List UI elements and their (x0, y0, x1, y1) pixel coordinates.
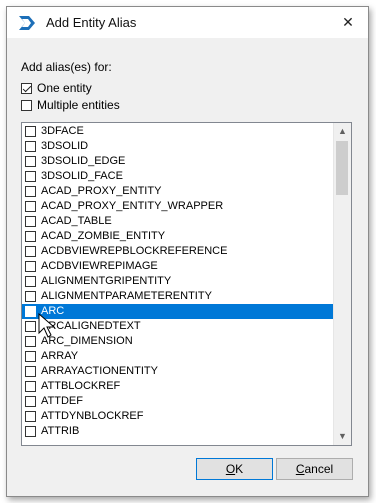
entity-label: ARC (41, 305, 65, 317)
entity-list-item[interactable]: ACAD_PROXY_ENTITY (22, 184, 334, 199)
entity-label: ALIGNMENTPARAMETERENTITY (41, 290, 212, 302)
cancel-label: ancel (304, 462, 334, 476)
scroll-down-icon[interactable]: ▼ (334, 428, 351, 445)
ok-button[interactable]: OK (196, 458, 273, 480)
entity-list-item[interactable]: 3DFACE (22, 124, 334, 139)
entity-checkbox[interactable] (25, 426, 36, 437)
entity-list-item[interactable]: ARC (22, 304, 334, 319)
entity-checkbox[interactable] (25, 381, 36, 392)
entity-label: ARCALIGNEDTEXT (41, 320, 141, 332)
entity-list-item[interactable]: 3DSOLID (22, 139, 334, 154)
entity-checkbox[interactable] (25, 231, 36, 242)
entity-checkbox[interactable] (25, 411, 36, 422)
entity-checkbox[interactable] (25, 396, 36, 407)
add-entity-alias-dialog: Add Entity Alias ✕ Add alias(es) for: On… (6, 6, 369, 497)
entity-label: ACAD_ZOMBIE_ENTITY (41, 230, 166, 242)
entity-list-item[interactable]: ACAD_TABLE (22, 214, 334, 229)
multiple-entities-label: Multiple entities (37, 98, 120, 112)
ok-mnemonic: O (225, 462, 236, 476)
entity-list-item[interactable]: 3DSOLID_FACE (22, 169, 334, 184)
entity-list-item[interactable]: ARCALIGNEDTEXT (22, 319, 334, 334)
entity-list-item[interactable]: ACAD_PROXY_ENTITY_WRAPPER (22, 199, 334, 214)
entity-list-item[interactable]: ALIGNMENTGRIPENTITY (22, 274, 334, 289)
scroll-thumb[interactable] (336, 141, 348, 195)
entity-label: ACAD_PROXY_ENTITY (41, 185, 162, 197)
entity-label: ATTRIB (41, 425, 80, 437)
entity-checkbox[interactable] (25, 141, 36, 152)
one-entity-checkbox[interactable] (21, 82, 32, 94)
ok-label: K (235, 462, 244, 476)
entity-checkbox[interactable] (25, 276, 36, 287)
add-alias-label: Add alias(es) for: (21, 60, 112, 74)
entity-list-item[interactable]: ARC_DIMENSION (22, 334, 334, 349)
close-icon: ✕ (342, 14, 354, 30)
entity-label: ARRAY (41, 350, 79, 362)
entity-checkbox[interactable] (25, 156, 36, 167)
entity-checkbox[interactable] (25, 321, 36, 332)
vertical-scrollbar[interactable]: ▲ ▼ (333, 123, 351, 445)
entity-checkbox[interactable] (25, 216, 36, 227)
entity-checkbox[interactable] (25, 351, 36, 362)
entity-checkbox[interactable] (25, 336, 36, 347)
entity-list-item[interactable]: ACAD_ZOMBIE_ENTITY (22, 229, 334, 244)
entity-list-item[interactable]: ATTDYNBLOCKREF (22, 409, 334, 424)
entity-list-item[interactable]: ATTRIB (22, 424, 334, 439)
entity-label: ARRAYACTIONENTITY (41, 365, 158, 377)
entity-checkbox[interactable] (25, 201, 36, 212)
dialog-title: Add Entity Alias (46, 15, 137, 30)
entity-checkbox[interactable] (25, 246, 36, 257)
entity-label: ARC_DIMENSION (41, 335, 133, 347)
entity-checkbox[interactable] (25, 126, 36, 137)
entity-list-item[interactable]: 3DSOLID_EDGE (22, 154, 334, 169)
entity-checkbox[interactable] (25, 306, 36, 317)
entity-label: 3DFACE (41, 125, 84, 137)
title-bar: Add Entity Alias ✕ (7, 7, 368, 38)
bricscad-logo-icon (19, 16, 35, 30)
close-button[interactable]: ✕ (338, 12, 358, 32)
entity-label: ACAD_TABLE (41, 215, 112, 227)
entity-checkbox[interactable] (25, 366, 36, 377)
entity-label: ACDBVIEWREPIMAGE (41, 260, 158, 272)
entity-label: 3DSOLID_FACE (41, 170, 123, 182)
entity-checkbox[interactable] (25, 261, 36, 272)
one-entity-option[interactable]: One entity (21, 80, 92, 96)
entity-list-items: 3DFACE 3DSOLID 3DSOLID_EDGE 3DSOLID_FACE ACA… (22, 124, 334, 445)
entity-label: ALIGNMENTGRIPENTITY (41, 275, 172, 287)
entity-checkbox[interactable] (25, 291, 36, 302)
entity-checkbox[interactable] (25, 171, 36, 182)
multiple-entities-checkbox[interactable] (21, 99, 32, 111)
one-entity-label: One entity (37, 81, 92, 95)
entity-list-item[interactable]: ALIGNMENTPARAMETERENTITY (22, 289, 334, 304)
entity-label: ATTDEF (41, 395, 83, 407)
entity-label: 3DSOLID_EDGE (41, 155, 126, 167)
entity-label: 3DSOLID (41, 140, 89, 152)
cancel-button[interactable]: Cancel (276, 458, 353, 480)
entity-list-item[interactable]: ARRAYACTIONENTITY (22, 364, 334, 379)
entity-label: ATTBLOCKREF (41, 380, 121, 392)
entity-list-item[interactable]: ACDBVIEWREPBLOCKREFERENCE (22, 244, 334, 259)
entity-list[interactable]: 3DFACE 3DSOLID 3DSOLID_EDGE 3DSOLID_FACE ACA… (21, 122, 352, 446)
scroll-up-icon[interactable]: ▲ (334, 123, 351, 140)
entity-list-item[interactable]: ATTDEF (22, 394, 334, 409)
entity-label: ACDBVIEWREPBLOCKREFERENCE (41, 245, 228, 257)
entity-list-item[interactable]: ATTBLOCKREF (22, 379, 334, 394)
entity-label: ACAD_PROXY_ENTITY_WRAPPER (41, 200, 224, 212)
entity-list-item[interactable]: ARRAY (22, 349, 334, 364)
entity-label: ATTDYNBLOCKREF (41, 410, 144, 422)
entity-checkbox[interactable] (25, 186, 36, 197)
multiple-entities-option[interactable]: Multiple entities (21, 97, 120, 113)
entity-list-item[interactable]: ACDBVIEWREPIMAGE (22, 259, 334, 274)
